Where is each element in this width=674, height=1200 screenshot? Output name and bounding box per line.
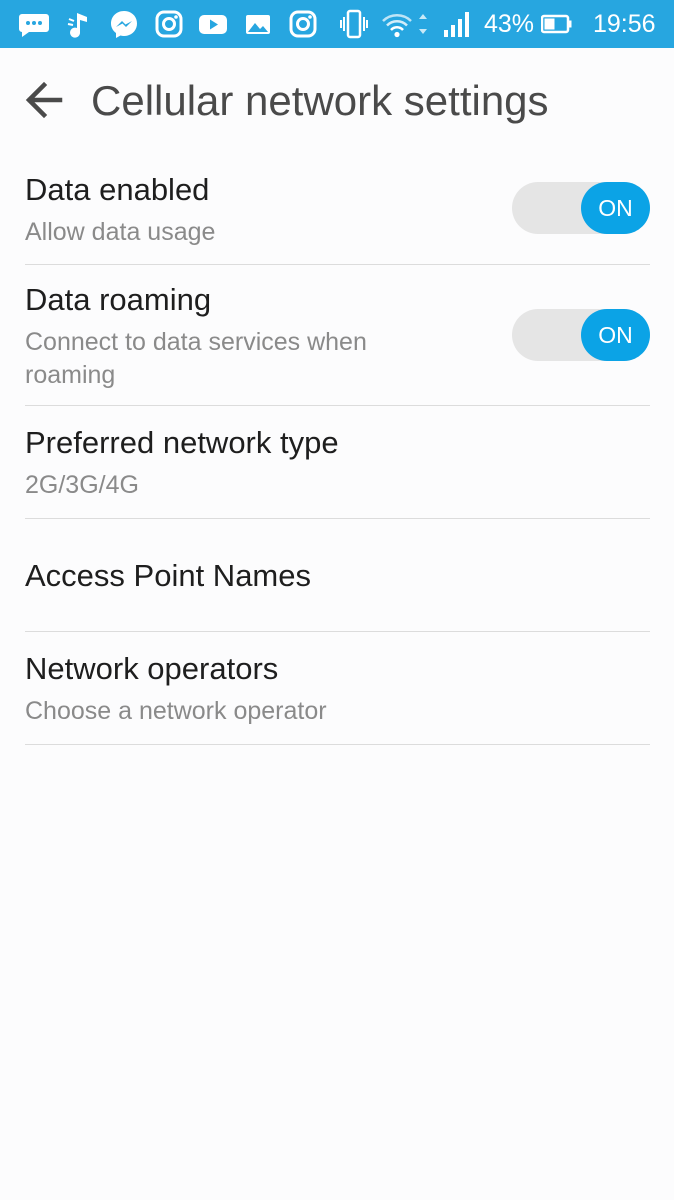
instagram-icon xyxy=(153,8,185,40)
setting-summary: 2G/3G/4G xyxy=(25,471,139,499)
settings-list: Data enabled Allow data usage ON Data ro… xyxy=(0,152,674,745)
back-arrow-icon xyxy=(18,74,70,126)
page-title: Cellular network settings xyxy=(91,77,549,124)
status-bar: 43% 19:56 xyxy=(0,0,674,48)
setting-access-point-names[interactable]: Access Point Names xyxy=(25,519,650,632)
setting-summary: Choose a network operator xyxy=(25,697,327,725)
setting-title: Network operators xyxy=(25,651,279,686)
setting-preferred-network-type[interactable]: Preferred network type 2G/3G/4G xyxy=(25,406,650,519)
setting-title: Data roaming xyxy=(25,282,212,317)
gallery-icon xyxy=(242,8,274,40)
back-button[interactable] xyxy=(18,74,70,126)
setting-network-operators[interactable]: Network operators Choose a network opera… xyxy=(25,632,650,745)
setting-data-roaming[interactable]: Data roaming Connect to data services wh… xyxy=(25,265,650,406)
setting-data-enabled[interactable]: Data enabled Allow data usage ON xyxy=(25,152,650,265)
data-arrows-icon xyxy=(416,8,430,40)
battery-percent: 43% xyxy=(484,10,535,38)
music-note-icon xyxy=(63,8,95,40)
setting-title: Access Point Names xyxy=(25,558,311,593)
setting-title: Data enabled xyxy=(25,172,210,207)
toggle-thumb: ON xyxy=(581,309,650,361)
app-bar: Cellular network settings xyxy=(0,48,674,152)
clock: 19:56 xyxy=(593,10,656,38)
setting-title: Preferred network type xyxy=(25,425,339,460)
battery-icon xyxy=(541,8,573,40)
data-roaming-toggle[interactable]: ON xyxy=(512,309,650,361)
toggle-thumb: ON xyxy=(581,182,650,234)
instagram-icon xyxy=(287,8,319,40)
data-enabled-toggle[interactable]: ON xyxy=(512,182,650,234)
setting-summary: Allow data usage xyxy=(25,218,216,246)
messenger-icon xyxy=(108,8,140,40)
signal-icon xyxy=(442,8,474,40)
vibrate-icon xyxy=(338,8,370,40)
youtube-icon xyxy=(197,8,229,40)
setting-summary: Connect to data services when roaming xyxy=(25,328,367,389)
wifi-icon xyxy=(381,8,413,40)
chat-bubble-icon xyxy=(18,8,50,40)
